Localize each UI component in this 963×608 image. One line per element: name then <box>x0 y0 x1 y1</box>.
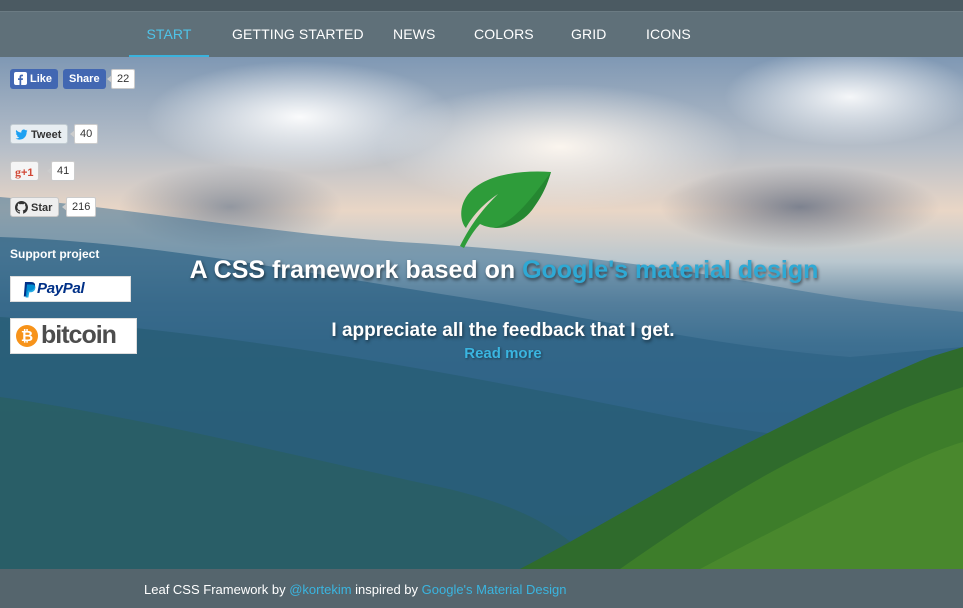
facebook-count: 22 <box>106 69 136 89</box>
github-star-count: 216 <box>61 197 97 217</box>
tweet-button[interactable]: Tweet <box>10 124 69 144</box>
facebook-icon <box>14 72 27 85</box>
hero-section <box>0 57 963 569</box>
nav-item-grid[interactable]: GRID <box>571 12 606 57</box>
footer-middle: inspired by <box>351 582 422 597</box>
footer: Leaf CSS Framework by @kortekim inspired… <box>0 569 963 608</box>
google-plus-count: 41 <box>46 161 76 181</box>
footer-prefix: Leaf CSS Framework by <box>144 582 290 597</box>
read-more-wrapper: Read more <box>0 345 963 362</box>
footer-author-link[interactable]: @kortekim <box>289 582 351 597</box>
footer-text: Leaf CSS Framework by @kortekim inspired… <box>144 582 566 597</box>
tweet-label: Tweet <box>31 129 62 141</box>
leaf-icon <box>460 171 551 248</box>
nav-item-icons[interactable]: ICONS <box>646 12 691 57</box>
facebook-share-button[interactable]: Share <box>63 69 106 89</box>
twitter-icon <box>15 129 28 140</box>
facebook-like-button[interactable]: Like <box>10 69 59 89</box>
mountain-landscape <box>0 197 963 569</box>
top-strip <box>0 0 963 12</box>
nav-item-start[interactable]: START <box>129 12 209 57</box>
hero-headline-accent[interactable]: Google's material design <box>522 256 818 284</box>
github-star-button[interactable]: Star <box>10 197 60 217</box>
hero-headline-prefix: A CSS framework based on <box>189 256 523 284</box>
nav-item-news[interactable]: NEWS <box>393 12 435 57</box>
footer-material-design-link[interactable]: Google's Material Design <box>422 582 567 597</box>
nav-item-colors[interactable]: COLORS <box>474 12 534 57</box>
google-plus-button[interactable]: g+1 <box>10 161 39 181</box>
facebook-share-label: Share <box>69 73 100 85</box>
main-navbar: START GETTING STARTED NEWS COLORS GRID I… <box>0 12 963 57</box>
github-star-label: Star <box>31 202 53 214</box>
facebook-like-label: Like <box>30 73 53 85</box>
hero-subline: I appreciate all the feedback that I get… <box>331 320 675 341</box>
google-plus-label: +1 <box>21 167 34 179</box>
hero-headline: A CSS framework based on Google's materi… <box>0 256 963 285</box>
github-icon <box>15 201 28 214</box>
read-more-link[interactable]: Read more <box>464 345 542 362</box>
nav-item-getting-started[interactable]: GETTING STARTED <box>232 12 364 57</box>
twitter-count: 40 <box>69 124 99 144</box>
